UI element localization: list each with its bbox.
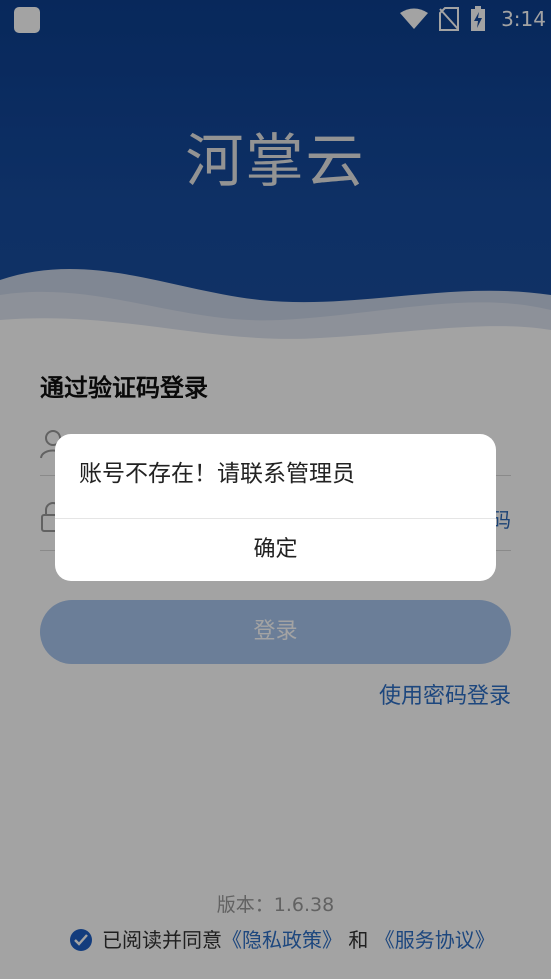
- alert-dialog: 账号不存在！请联系管理员 确定: [55, 434, 496, 581]
- dialog-confirm-button[interactable]: 确定: [55, 519, 496, 581]
- dialog-message: 账号不存在！请联系管理员: [79, 461, 355, 487]
